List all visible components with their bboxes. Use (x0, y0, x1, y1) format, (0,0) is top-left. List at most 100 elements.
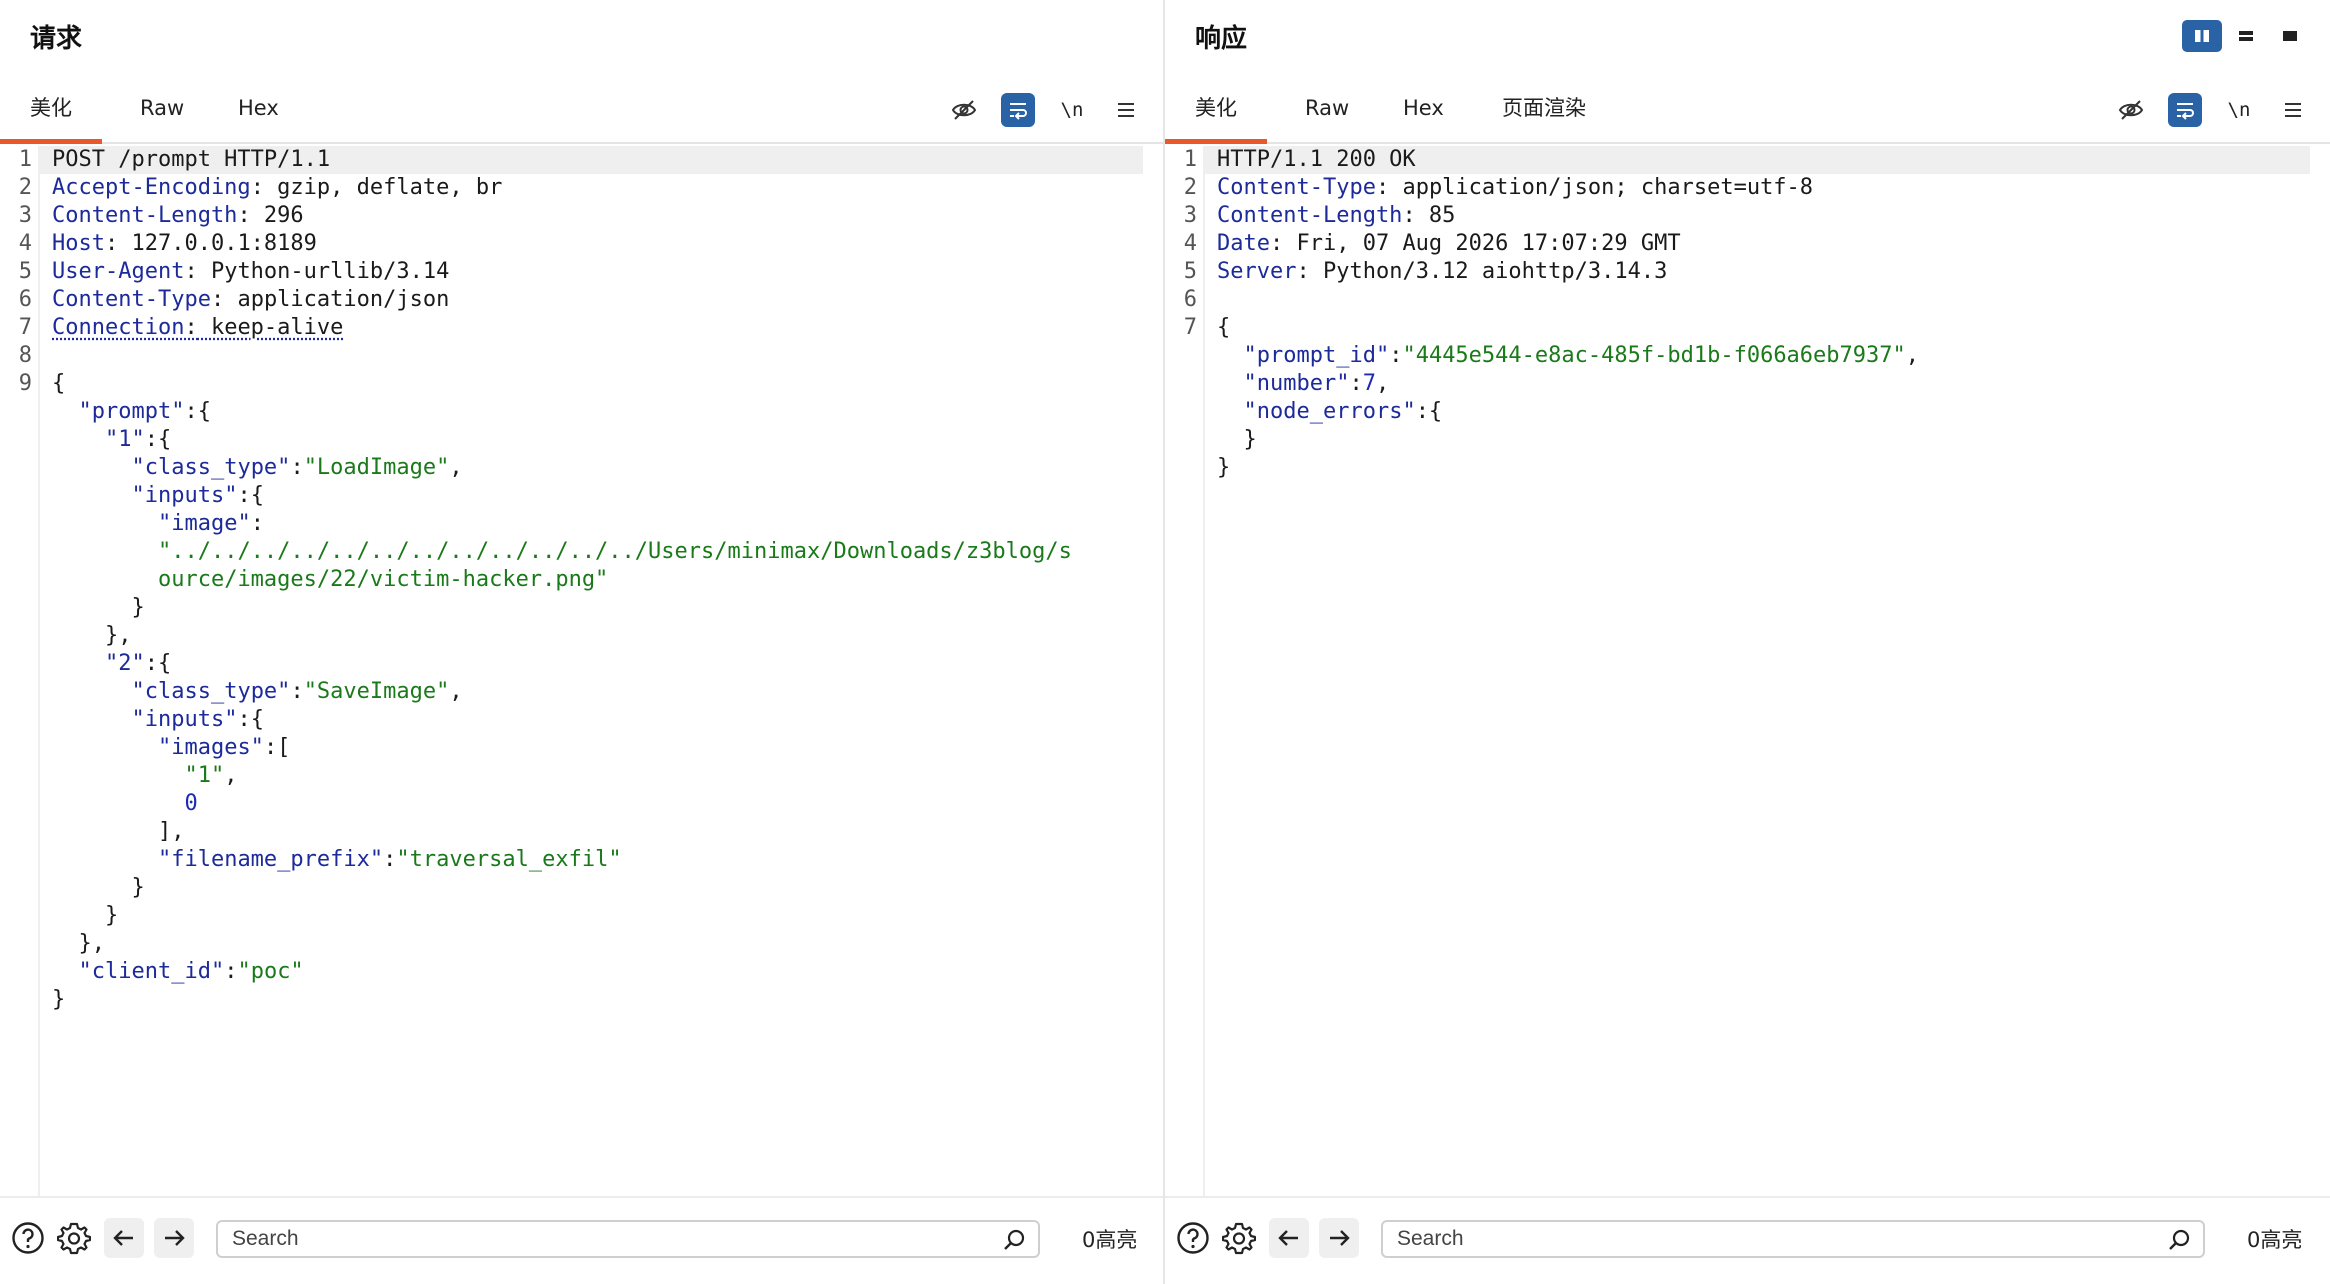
line-number: 7 (18, 315, 32, 340)
split-horizontal-layout-button[interactable] (2182, 20, 2222, 52)
header-line: Connection: keep-alive (52, 315, 344, 340)
json-line: "image": (157, 511, 264, 536)
header-line: Content-Type: application/json (52, 287, 450, 312)
json-line: }, (52, 623, 132, 648)
json-line: } (52, 875, 145, 900)
line-number: 1 (18, 147, 32, 172)
tab-render[interactable]: 页面渲染 (1472, 82, 1616, 144)
line-number: 2 (1183, 175, 1197, 200)
json-line: } (52, 595, 145, 620)
split-vertical-layout-button[interactable] (2226, 20, 2266, 52)
json-line: "inputs":{ (131, 707, 264, 732)
json-line: { (1217, 315, 1231, 340)
header-line: Date: Fri, 07 Aug 2026 17:07:29 GMT (1217, 231, 1681, 256)
json-line: "prompt_id":"4445e544-e8ac-485f-bd1b-f06… (1243, 343, 1920, 368)
response-line-gutter: 1 2 3 4 5 6 7 (1165, 146, 1205, 1196)
layout-toggle (2182, 20, 2310, 52)
request-line: POST /prompt HTTP/1.1 (52, 147, 331, 172)
line-number: 2 (18, 175, 32, 200)
single-pane-layout-button[interactable] (2270, 20, 2310, 52)
highlight-count: 0高亮 (2247, 1228, 2303, 1252)
tab-raw[interactable]: Raw (1275, 82, 1379, 144)
request-search-box (216, 1220, 1040, 1258)
next-match-button[interactable] (1319, 1218, 1359, 1258)
line-number: 9 (18, 371, 32, 396)
line-number: 7 (1183, 315, 1197, 340)
http-message-viewer: 请求 美化 Raw Hex \n 1 2 3 4 5 6 7 8 9 POST … (0, 0, 2330, 1284)
tab-hex[interactable]: Hex (1373, 82, 1474, 144)
header-line: Host: 127.0.0.1:8189 (52, 231, 317, 256)
json-line: "prompt":{ (78, 399, 211, 424)
json-line: "class_type":"LoadImage", (131, 455, 463, 480)
menu-icon[interactable] (1109, 93, 1143, 127)
help-icon[interactable] (1173, 1218, 1213, 1258)
response-footer: 0高亮 (1165, 1196, 2330, 1284)
json-line: "inputs":{ (131, 483, 264, 508)
json-line: "2":{ (104, 651, 172, 676)
header-line: User-Agent: Python-urllib/3.14 (52, 259, 450, 284)
line-number: 5 (18, 259, 32, 284)
request-editor-toolbar: \n (947, 92, 1143, 128)
json-line: "node_errors":{ (1243, 399, 1443, 424)
line-number: 5 (1183, 259, 1197, 284)
response-search-box (1381, 1220, 2205, 1258)
response-title: 响应 (1195, 24, 1248, 54)
request-pane: 请求 美化 Raw Hex \n 1 2 3 4 5 6 7 8 9 POST … (0, 0, 1163, 1284)
json-line: "../../../../../../../../../../../../Use… (157, 539, 1072, 564)
json-line: "number":7, (1243, 371, 1390, 396)
show-newlines-toggle[interactable]: \n (2222, 93, 2256, 127)
json-line: }, (52, 931, 105, 956)
request-line-gutter: 1 2 3 4 5 6 7 8 9 (0, 146, 40, 1196)
request-editor[interactable]: 1 2 3 4 5 6 7 8 9 POST /prompt HTTP/1.1 … (0, 146, 1163, 1196)
help-icon[interactable] (8, 1218, 48, 1258)
json-line: ource/images/22/victim-hacker.png" (157, 567, 609, 592)
json-line: } (52, 903, 119, 928)
status-line: HTTP/1.1 200 OK (1217, 147, 1416, 172)
line-number: 6 (1183, 287, 1197, 312)
json-line: ], (52, 819, 185, 844)
json-line: } (1217, 455, 1231, 480)
previous-match-button[interactable] (1269, 1218, 1309, 1258)
request-search-input[interactable] (218, 1222, 1038, 1256)
json-line: } (52, 987, 66, 1012)
settings-gear-icon[interactable] (1219, 1218, 1259, 1258)
json-line: "filename_prefix":"traversal_exfil" (157, 847, 622, 872)
hide-non-printable-icon[interactable] (2114, 93, 2148, 127)
line-number: 4 (1183, 231, 1197, 256)
request-title: 请求 (30, 24, 83, 54)
line-number: 3 (18, 203, 32, 228)
header-line: Accept-Encoding: gzip, deflate, br (52, 175, 503, 200)
header-line: Content-Type: application/json; charset=… (1217, 175, 1814, 200)
next-match-button[interactable] (154, 1218, 194, 1258)
json-line: 0 (184, 791, 198, 816)
search-icon[interactable] (1002, 1228, 1026, 1252)
json-line: "client_id":"poc" (78, 959, 304, 984)
header-line: Server: Python/3.12 aiohttp/3.14.3 (1217, 259, 1668, 284)
settings-gear-icon[interactable] (54, 1218, 94, 1258)
line-number: 8 (18, 343, 32, 368)
request-footer: 0高亮 (0, 1196, 1163, 1284)
line-number: 6 (18, 287, 32, 312)
menu-icon[interactable] (2276, 93, 2310, 127)
word-wrap-icon[interactable] (1001, 93, 1035, 127)
highlight-count: 0高亮 (1082, 1228, 1138, 1252)
tab-raw[interactable]: Raw (110, 82, 214, 144)
response-search-input[interactable] (1383, 1222, 2203, 1256)
tab-pretty[interactable]: 美化 (0, 82, 102, 144)
previous-match-button[interactable] (104, 1218, 144, 1258)
json-line: "images":[ (157, 735, 291, 760)
tab-pretty[interactable]: 美化 (1165, 82, 1267, 144)
show-newlines-toggle[interactable]: \n (1055, 93, 1089, 127)
newline-label: \n (1060, 99, 1084, 121)
response-editor[interactable]: 1 2 3 4 5 6 7 HTTP/1.1 200 OK Content-Ty… (1165, 146, 2330, 1196)
hide-non-printable-icon[interactable] (947, 93, 981, 127)
line-number: 4 (18, 231, 32, 256)
header-line: Content-Length: 296 (52, 203, 304, 228)
search-icon[interactable] (2167, 1228, 2191, 1252)
json-line: "class_type":"SaveImage", (131, 679, 463, 704)
json-line: } (1217, 427, 1257, 452)
tab-hex[interactable]: Hex (208, 82, 309, 144)
header-line: Content-Length: 85 (1217, 203, 1456, 228)
response-editor-toolbar: \n (2114, 92, 2310, 128)
word-wrap-icon[interactable] (2168, 93, 2202, 127)
